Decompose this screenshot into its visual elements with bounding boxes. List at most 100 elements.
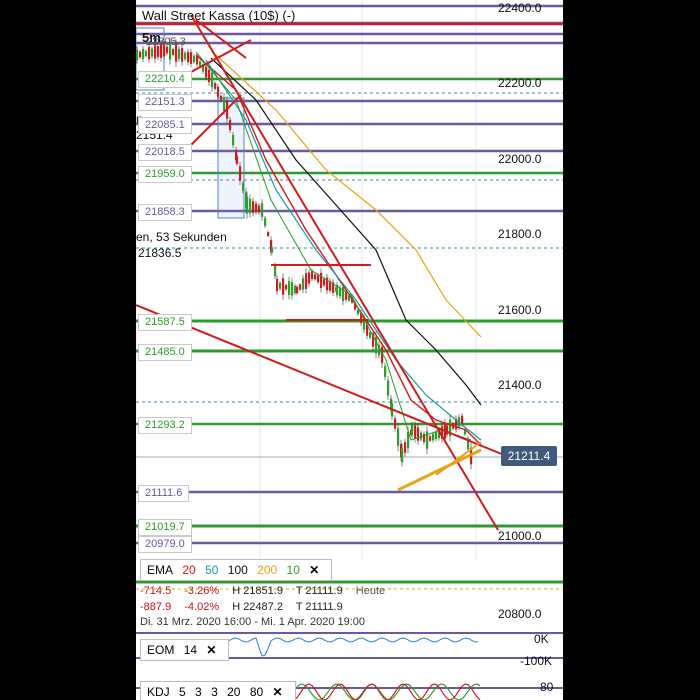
candle-body (461, 415, 464, 425)
ema-value-100: 100 (227, 563, 248, 577)
kdj-label: KDJ (147, 685, 170, 699)
candle-body (205, 66, 208, 78)
date-range: Di. 31 Mrz. 2020 16:00 - Mi. 1 Apr. 2020… (140, 616, 366, 628)
kdj-axis-label-0: 80 (540, 680, 554, 694)
price-axis-label: 20800.0 (498, 607, 542, 621)
candle-body (294, 285, 297, 294)
countdown-text: en, 53 Sekunden (136, 230, 227, 244)
candle-body (151, 48, 154, 57)
stat-change: -887.9 (140, 601, 172, 613)
kdj-value: 80 (249, 685, 264, 699)
stat-high: H 22487.2 (232, 601, 283, 613)
candle-body (271, 247, 274, 253)
current-price-badge: 21211.4 (501, 446, 557, 466)
candle-body (317, 274, 320, 283)
eom-label: EOM (147, 643, 175, 657)
candle-body (432, 433, 435, 441)
eom-indicator-bar[interactable]: EOM 14 ✕ (140, 639, 230, 661)
kdj-value: 20 (227, 685, 241, 699)
stat-high: H 21851.9 (232, 585, 283, 597)
candle-body (296, 286, 299, 294)
level-label[interactable]: 21858.3 (138, 204, 192, 221)
candle-body (220, 95, 223, 101)
trend-line (397, 448, 482, 492)
stats-row-range: -887.9 -4.02% H 22487.2 T 21111.9 (140, 601, 353, 613)
level-label[interactable]: 21111.6 (138, 485, 190, 502)
trend-line (435, 441, 482, 476)
candle-body (411, 424, 414, 436)
candle-body (139, 51, 142, 58)
candle-body (387, 380, 390, 396)
ema-value-200: 200 (257, 563, 278, 577)
eom-axis-label-0: 0K (534, 632, 549, 646)
candle-body (211, 72, 214, 88)
candle-body (288, 281, 291, 295)
level-label[interactable]: 22151.3 (138, 94, 192, 111)
level-label[interactable]: 21019.7 (138, 519, 192, 536)
level-label[interactable]: 20979.0 (138, 536, 192, 553)
level-label[interactable]: 21587.5 (138, 314, 192, 331)
candle-body (223, 97, 226, 111)
candle-body (258, 205, 261, 213)
candle-body (246, 196, 249, 214)
stat-extra: Heute (355, 585, 386, 597)
kdj-value: 5 (179, 685, 186, 699)
level-label[interactable]: 21293.2 (138, 417, 192, 434)
candle-body (178, 49, 181, 59)
candle-body (311, 271, 314, 279)
level-label[interactable]: 21959.0 (138, 166, 192, 183)
candle-body (142, 48, 145, 60)
candle-body (190, 52, 193, 64)
candle-body (314, 274, 317, 280)
candle-body (302, 278, 305, 290)
candle-body (384, 366, 387, 377)
candle-body (236, 156, 239, 164)
candle-body (172, 49, 175, 55)
level-label[interactable]: 21485.0 (138, 344, 192, 361)
candle-body (299, 284, 302, 290)
stat-t: T 21111.9 (295, 601, 343, 613)
chart-panel[interactable]: 22400.0 22200.0 22000.0 21800.0 21600.0 21400… (136, 0, 563, 700)
candle-body (369, 332, 372, 338)
price-axis-label: 21000.0 (498, 529, 542, 543)
candle-body (276, 278, 279, 292)
candle-body (417, 427, 420, 441)
candle-body (184, 52, 187, 60)
ema-value-20: 20 (182, 563, 196, 577)
candle-body (404, 441, 407, 454)
candle-body (305, 273, 308, 289)
eom-close-icon[interactable]: ✕ (206, 643, 216, 657)
candle-body (239, 166, 242, 181)
candle-body (345, 292, 348, 300)
candle-body (255, 203, 258, 213)
stat-t: T 21111.9 (295, 585, 343, 597)
candle-body (429, 436, 432, 441)
price-axis-label: 22400.0 (498, 1, 542, 15)
ema-value-10: 10 (286, 563, 300, 577)
candle-body (320, 272, 323, 288)
ema-indicator-bar[interactable]: EMA 20 50 100 200 10 ✕ (140, 559, 333, 581)
candle-body (285, 285, 288, 290)
ema-close-icon[interactable]: ✕ (309, 563, 319, 577)
candle-body (187, 51, 190, 63)
level-label[interactable]: 22085.1 (138, 117, 192, 134)
candle-body (229, 119, 232, 131)
price-axis-label: 21400.0 (498, 378, 542, 392)
candle-body (193, 55, 196, 63)
kdj-value: 3 (211, 685, 218, 699)
level-label[interactable]: 22018.5 (138, 144, 192, 161)
stat-change: -714.5 (140, 585, 172, 597)
kdj-close-icon[interactable]: ✕ (273, 685, 283, 699)
candle-body (291, 282, 294, 296)
candle-body (401, 447, 404, 463)
candle-body (267, 231, 270, 237)
candle-body (282, 278, 285, 295)
stat-pct: -3.26% (184, 585, 220, 597)
price-axis-label: 22200.0 (498, 76, 542, 90)
candle-body (145, 50, 148, 57)
price-axis-label: 22000.0 (498, 152, 542, 166)
kdj-indicator-bar[interactable]: KDJ 5 3 3 20 80 ✕ (140, 681, 296, 700)
level-label[interactable]: 22210.4 (138, 71, 192, 88)
candle-body (261, 203, 264, 217)
countdown-value: 21836.5 (138, 246, 182, 260)
